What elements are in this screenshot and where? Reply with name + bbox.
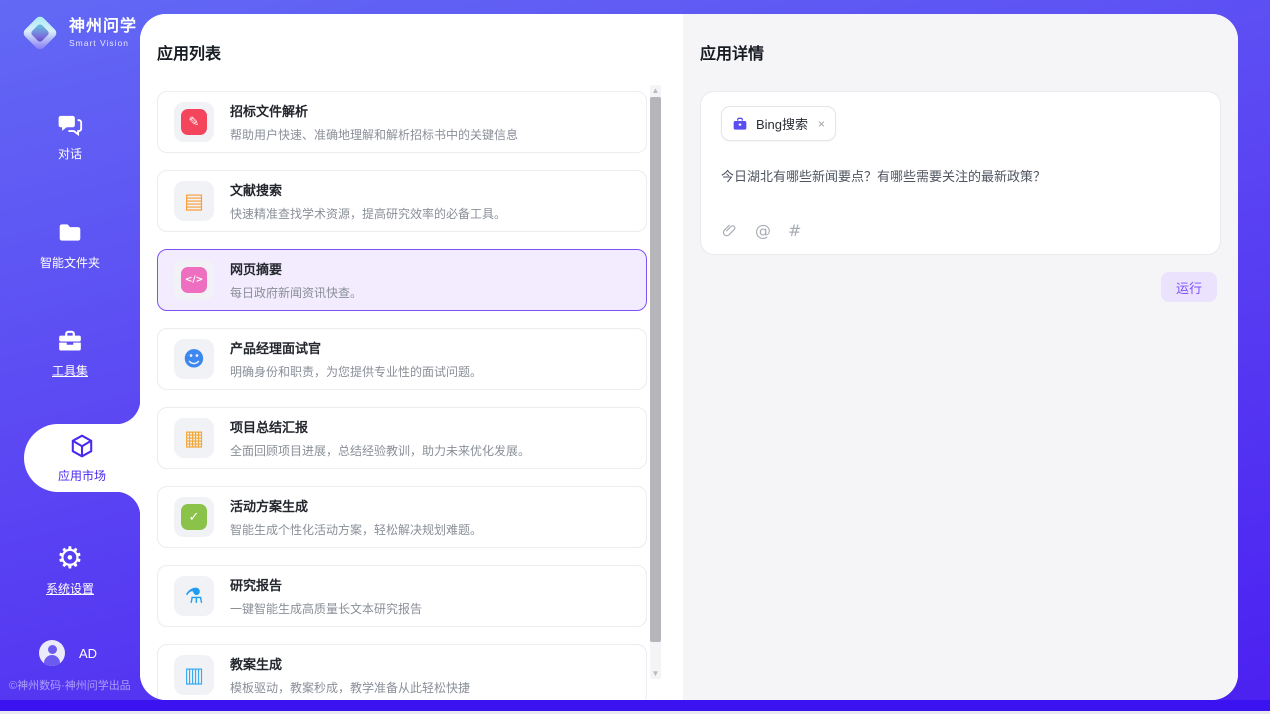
app-card[interactable]: ⚗ 研究报告 一键智能生成高质量长文本研究报告 (157, 565, 647, 627)
app-name: 项目总结汇报 (230, 417, 530, 436)
user-row[interactable]: AD (39, 640, 97, 666)
app-description: 智能生成个性化活动方案，轻松解决规划难题。 (230, 521, 482, 538)
gear-icon: ⚙ (56, 545, 84, 573)
sidebar-item-cube[interactable]: 应用市场 (24, 424, 140, 492)
books-icon: ▥ (184, 665, 204, 686)
tool-chip-bing-search[interactable]: Bing搜索 × (721, 106, 836, 141)
app-description: 全面回顾项目进展，总结经验教训，助力未来优化发展。 (230, 442, 530, 459)
app-description: 一键智能生成高质量长文本研究报告 (230, 600, 422, 617)
app-name: 网页摘要 (230, 259, 362, 278)
app-card[interactable]: ▦ 项目总结汇报 全面回顾项目进展，总结经验教训，助力未来优化发展。 (157, 407, 647, 469)
app-name: 活动方案生成 (230, 496, 482, 515)
app-name: 招标文件解析 (230, 101, 518, 120)
app-card[interactable]: ✎ 招标文件解析 帮助用户快速、准确地理解和解析招标书中的关键信息 (157, 91, 647, 153)
sidebar-nav: 对话 智能文件夹 工具集 应用市场 ⚙ 系统设置 (0, 0, 140, 700)
app-description: 每日政府新闻资讯快查。 (230, 284, 362, 301)
briefcase-icon (732, 116, 748, 132)
sidebar-item-label: 应用市场 (58, 467, 106, 484)
book-icon: ▤ (184, 191, 204, 212)
sidebar-item-gear[interactable]: ⚙ 系统设置 (0, 538, 140, 604)
attachment-toolbar: @ # (721, 221, 1200, 242)
app-description: 模板驱动，教案秒成，教学准备从此轻松快捷 (230, 679, 470, 696)
tool-chip-label: Bing搜索 (756, 114, 808, 133)
app-card[interactable]: ✓ 活动方案生成 智能生成个性化活动方案，轻松解决规划难题。 (157, 486, 647, 548)
sidebar-item-chat[interactable]: 对话 (0, 103, 140, 169)
app-card[interactable]: ▥ 教案生成 模板驱动，教案秒成，教学准备从此轻松快捷 (157, 644, 647, 700)
app-card[interactable]: ▤ 文献搜索 快速精准查找学术资源，提高研究效率的必备工具。 (157, 170, 647, 232)
scrollbar-thumb[interactable] (650, 97, 661, 642)
list-scrollbar[interactable]: ▲ ▼ (650, 85, 661, 679)
interviewer-icon: ☻ (183, 349, 205, 370)
sidebar-item-label: 工具集 (52, 362, 88, 379)
sidebar-item-label: 对话 (58, 145, 82, 162)
app-detail-title: 应用详情 (700, 40, 1238, 64)
sidebar-item-folder[interactable]: 智能文件夹 (0, 212, 140, 278)
bottom-accent-bar (0, 700, 1270, 711)
app-card[interactable]: ☻ 产品经理面试官 明确身份和职责，为您提供专业性的面试问题。 (157, 328, 647, 390)
edit-document-icon: ✎ (181, 109, 207, 135)
paperclip-icon[interactable] (721, 222, 738, 239)
main-container: 应用列表 ✎ 招标文件解析 帮助用户快速、准确地理解和解析招标书中的关键信息 ▤… (140, 14, 1238, 700)
clipboard-check-icon: ✓ (181, 504, 207, 530)
chip-close-icon[interactable]: × (818, 117, 825, 131)
run-button[interactable]: 运行 (1161, 272, 1217, 302)
chat-icon (56, 110, 84, 138)
sidebar-item-label: 系统设置 (46, 580, 94, 597)
sidebar-item-toolbox[interactable]: 工具集 (0, 320, 140, 386)
cube-icon (68, 432, 96, 460)
avatar (39, 640, 65, 666)
sidebar-item-label: 智能文件夹 (40, 254, 100, 271)
app-detail-panel: 应用详情 Bing搜索 × 今日湖北有哪些新闻要点？有哪些需要关注的最新政策？ (683, 14, 1238, 700)
research-icon: ⚗ (185, 586, 204, 607)
app-list: ✎ 招标文件解析 帮助用户快速、准确地理解和解析招标书中的关键信息 ▤ 文献搜索… (157, 91, 647, 700)
app-name: 研究报告 (230, 575, 422, 594)
app-description: 明确身份和职责，为您提供专业性的面试问题。 (230, 363, 482, 380)
calendar-icon: ▦ (184, 428, 204, 449)
sidebar: 神州问学 Smart Vision 对话 智能文件夹 工具集 应用市场 (0, 0, 140, 700)
app-description: 快速精准查找学术资源，提高研究效率的必备工具。 (230, 205, 506, 222)
webpage-code-icon: </> (181, 267, 207, 293)
mention-icon[interactable]: @ (755, 221, 771, 240)
toolbox-icon (56, 327, 84, 355)
app-name: 文献搜索 (230, 180, 506, 199)
app-name: 教案生成 (230, 654, 470, 673)
app-list-title: 应用列表 (157, 40, 683, 64)
hashtag-icon[interactable]: # (788, 221, 801, 240)
scrollbar-down-arrow-icon[interactable]: ▼ (650, 668, 661, 679)
app-card[interactable]: </> 网页摘要 每日政府新闻资讯快查。 (157, 249, 647, 311)
app-name: 产品经理面试官 (230, 338, 482, 357)
folder-icon (56, 219, 84, 247)
copyright-footer: ©神州数码·神州问学出品 (9, 677, 131, 693)
prompt-card: Bing搜索 × 今日湖北有哪些新闻要点？有哪些需要关注的最新政策？ @ # (700, 91, 1221, 255)
app-description: 帮助用户快速、准确地理解和解析招标书中的关键信息 (230, 126, 518, 143)
prompt-input[interactable]: 今日湖北有哪些新闻要点？有哪些需要关注的最新政策？ (721, 166, 1200, 185)
app-list-panel: 应用列表 ✎ 招标文件解析 帮助用户快速、准确地理解和解析招标书中的关键信息 ▤… (140, 14, 683, 700)
scrollbar-up-arrow-icon[interactable]: ▲ (650, 85, 661, 96)
user-name: AD (79, 646, 97, 661)
